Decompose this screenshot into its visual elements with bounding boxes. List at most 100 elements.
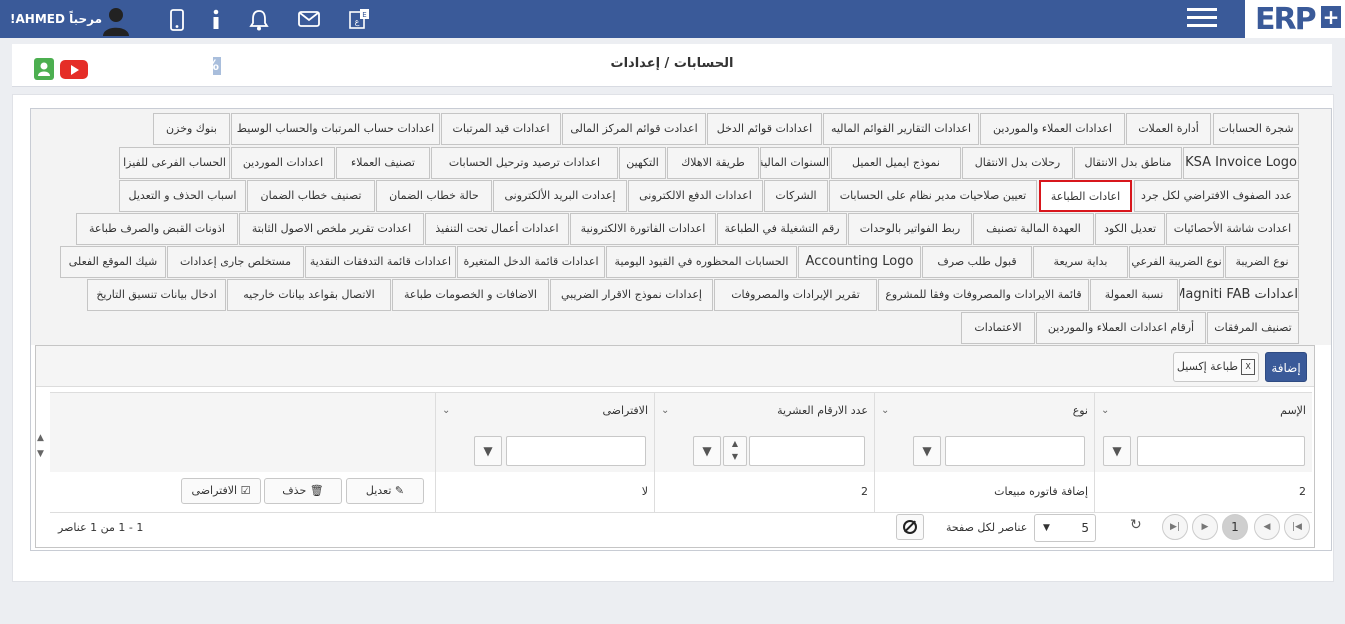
next-page-icon[interactable]: ▶: [1192, 514, 1218, 540]
delete-button[interactable]: 🗑 حذف: [264, 478, 342, 504]
tab-3-8[interactable]: اذونات القبض والصرف طباعة: [76, 213, 238, 245]
chevron-down-icon[interactable]: ⌄: [661, 393, 669, 429]
tab-1-0[interactable]: KSA Invoice Logo: [1183, 147, 1299, 179]
prev-page-icon[interactable]: ◀: [1254, 514, 1280, 540]
youtube-icon[interactable]: [60, 60, 88, 79]
bell-icon[interactable]: [249, 9, 269, 31]
filter-input-name[interactable]: [1137, 436, 1305, 466]
table-row[interactable]: 2 إضافة فاتوره مبيعات 2 لا ✎ تعديل 🗑 حذف…: [50, 472, 1312, 513]
tab-3-7[interactable]: اعدادت تقرير ملخص الاصول الثابتة: [239, 213, 424, 245]
filter-input-decimals[interactable]: [749, 436, 865, 466]
tab-2-4[interactable]: اعدادات الدفع الالكترونى: [628, 180, 763, 212]
tab-1-6[interactable]: التكهين: [619, 147, 666, 179]
tab-5-0[interactable]: اعدادات Magniti FAB: [1179, 279, 1299, 311]
tab-0-3[interactable]: اعدادات التقارير القوائم الماليه: [823, 113, 979, 145]
tab-4-8[interactable]: مستخلص جارى إعدادات: [167, 246, 304, 278]
page-size-select[interactable]: 5 ▼: [1034, 514, 1096, 542]
edit-button[interactable]: ✎ تعديل: [346, 478, 424, 504]
column-header-decimals[interactable]: عدد الارقام العشرية ⌄: [654, 393, 874, 429]
page-number-button[interactable]: 1: [1222, 514, 1248, 540]
first-page-icon[interactable]: |◀: [1284, 514, 1310, 540]
tab-6-0[interactable]: تصنيف المرفقات: [1207, 312, 1299, 344]
refresh-icon[interactable]: ↻: [1130, 517, 1142, 533]
scrollbar[interactable]: ▲ ▼: [37, 430, 49, 464]
tab-1-1[interactable]: مناطق بدل الانتقال: [1074, 147, 1182, 179]
tab-2-2[interactable]: تعيين صلاحيات مدير نظام على الحسابات: [829, 180, 1037, 212]
tab-2-7[interactable]: تصنيف خطاب الضمان: [247, 180, 375, 212]
tab-4-5[interactable]: الحسابات المحظوره في القيود اليومية: [606, 246, 797, 278]
tab-0-5[interactable]: اعدادت قوائم المركز المالى: [562, 113, 706, 145]
tab-0-6[interactable]: اعدادات قيد المرتبات: [441, 113, 561, 145]
tab-5-7[interactable]: ادخال بيانات تنسيق التاريخ: [87, 279, 226, 311]
tab-3-6[interactable]: اعدادات أعمال تحت التنفيذ: [425, 213, 569, 245]
tab-1-4[interactable]: السنوات المالية: [760, 147, 830, 179]
tab-4-6[interactable]: اعدادات قائمة الدخل المتغيرة: [457, 246, 605, 278]
tab-4-0[interactable]: نوع الضريبة: [1225, 246, 1299, 278]
tab-4-7[interactable]: اعدادات قائمة التدفقات النقدية: [305, 246, 456, 278]
tab-4-3[interactable]: قبول طلب صرف: [922, 246, 1032, 278]
tab-0-0[interactable]: شجرة الحسابات: [1213, 113, 1299, 145]
chevron-down-icon[interactable]: ⌄: [881, 393, 889, 429]
filter-icon[interactable]: ▼: [474, 436, 502, 466]
tab-4-9[interactable]: شيك الموقع الفعلى: [60, 246, 166, 278]
tab-6-2[interactable]: الاعتمادات: [961, 312, 1035, 344]
column-header-default[interactable]: الافتراضى ⌄: [435, 393, 654, 429]
tab-0-2[interactable]: اعدادات العملاء والموردين: [980, 113, 1125, 145]
chevron-down-icon[interactable]: ⌄: [442, 393, 450, 429]
tab-0-4[interactable]: اعدادات قوائم الدخل: [707, 113, 822, 145]
filter-icon[interactable]: ▼: [1103, 436, 1131, 466]
chevron-down-icon[interactable]: ⌄: [1101, 393, 1109, 429]
tab-2-6[interactable]: حالة خطاب الضمان: [376, 180, 492, 212]
last-page-icon[interactable]: ▶|: [1162, 514, 1188, 540]
tab-3-5[interactable]: اعدادات الفاتورة الالكترونية: [570, 213, 716, 245]
tab-0-1[interactable]: أدارة العملات: [1126, 113, 1211, 145]
tab-5-6[interactable]: الاتصال بقواعد بيانات خارجيه: [227, 279, 391, 311]
tab-1-7[interactable]: اعدادات ترصيد وترحيل الحسابات: [431, 147, 618, 179]
phone-icon[interactable]: [170, 9, 184, 31]
filter-icon[interactable]: ▼: [913, 436, 941, 466]
tab-4-2[interactable]: بداية سريعة: [1033, 246, 1128, 278]
tab-5-1[interactable]: نسبة العمولة: [1090, 279, 1178, 311]
tab-1-5[interactable]: طريقة الاهلاك: [667, 147, 759, 179]
erp-logo[interactable]: ERP +: [1245, 0, 1345, 38]
filter-input-type[interactable]: [945, 436, 1085, 466]
tab-1-8[interactable]: تصنيف العملاء: [336, 147, 430, 179]
tab-2-0[interactable]: عدد الصفوف الافتراضي لكل جرد: [1134, 180, 1299, 212]
filter-icon[interactable]: ▼: [693, 436, 721, 466]
tab-5-2[interactable]: قائمة الايرادات والمصروفات وفقا للمشروع: [878, 279, 1089, 311]
tab-5-3[interactable]: تقرير الإيرادات والمصروفات: [714, 279, 877, 311]
tab-1-2[interactable]: رحلات بدل الانتقال: [962, 147, 1073, 179]
tab-2-5[interactable]: إعدادت البريد الألكترونى: [493, 180, 627, 212]
tab-1-9[interactable]: اعدادات الموردين: [231, 147, 335, 179]
tab-2-8[interactable]: اسباب الحذف و التعديل: [119, 180, 246, 212]
contact-icon[interactable]: [34, 58, 54, 80]
tab-3-1[interactable]: تعديل الكود: [1095, 213, 1165, 245]
tab-3-2[interactable]: العهدة المالية تصنيف: [973, 213, 1094, 245]
tab-4-1[interactable]: نوع الضريبة الفرعي: [1129, 246, 1224, 278]
cancel-icon[interactable]: [896, 514, 924, 540]
user-avatar-icon[interactable]: [100, 4, 132, 36]
tab-4-4[interactable]: Accounting Logo: [798, 246, 921, 278]
tab-5-4[interactable]: إعدادات نموذج الاقرار الضريبي: [550, 279, 713, 311]
tab-1-10[interactable]: الحساب الفرعى للفيزا: [119, 147, 230, 179]
column-header-type[interactable]: نوع ⌄: [874, 393, 1094, 429]
tab-5-5[interactable]: الاضافات و الخصومات طباعة: [392, 279, 549, 311]
menu-icon[interactable]: [1187, 4, 1217, 30]
filter-input-default[interactable]: [506, 436, 646, 466]
tab-3-0[interactable]: اعدادت شاشة الأحصائيات: [1166, 213, 1299, 245]
set-default-button[interactable]: ☑ الافتراضى: [181, 478, 261, 504]
tab-2-1[interactable]: اعادات الطباعة: [1039, 180, 1132, 212]
tab-0-7[interactable]: اعدادات حساب المرتبات والحساب الوسيط: [231, 113, 440, 145]
tab-3-3[interactable]: ربط الفواتير بالوحدات: [848, 213, 972, 245]
numeric-stepper-icon[interactable]: ▲ ▼: [723, 436, 747, 466]
info-icon[interactable]: [210, 9, 222, 31]
tab-3-4[interactable]: رقم التشغيلة في الطباعة: [717, 213, 847, 245]
export-excel-button[interactable]: Xطباعة إكسيل: [1173, 352, 1259, 382]
tab-2-3[interactable]: الشركات: [764, 180, 828, 212]
tab-0-8[interactable]: بنوك وخزن: [153, 113, 230, 145]
column-header-name[interactable]: الإسم ⌄: [1094, 393, 1312, 429]
tab-1-3[interactable]: نموذج ايميل العميل: [831, 147, 961, 179]
language-icon[interactable]: E ع: [348, 7, 372, 31]
tab-6-1[interactable]: أرقام اعدادات العملاء والموردين: [1036, 312, 1206, 344]
add-button[interactable]: إضافة: [1265, 352, 1307, 382]
